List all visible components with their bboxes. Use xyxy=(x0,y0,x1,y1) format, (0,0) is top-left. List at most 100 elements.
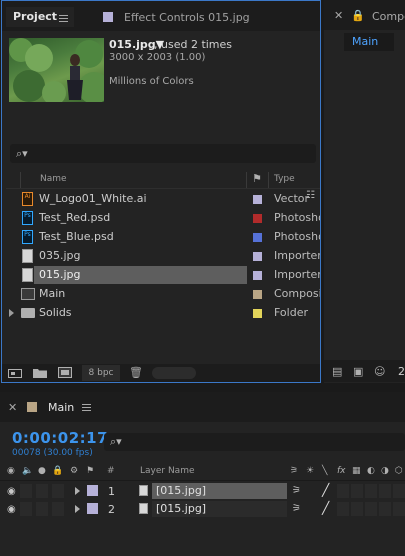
current-timecode[interactable]: 0:00:02:17 xyxy=(12,429,108,447)
project-item-row-selected[interactable]: 015.jpg Importer xyxy=(4,266,320,285)
3d-switch[interactable] xyxy=(393,484,405,498)
column-header-type[interactable]: Type xyxy=(274,174,295,184)
shy-switch-icon[interactable]: ⚞ xyxy=(292,485,301,496)
effects-switch[interactable] xyxy=(337,484,349,498)
tab-effect-controls[interactable]: Effect Controls 015.jpg xyxy=(124,11,250,24)
layer-row[interactable]: ◉ 2 [015.jpg] ⚞ ╱ xyxy=(0,500,405,518)
lock-icon[interactable]: 🔒 xyxy=(52,466,63,476)
eye-icon[interactable]: ◉ xyxy=(7,486,16,497)
expand-triangle-icon[interactable] xyxy=(75,505,80,513)
label-color-swatch[interactable] xyxy=(253,195,262,204)
label-color-swatch[interactable] xyxy=(253,309,262,318)
image-file-icon xyxy=(22,268,33,282)
adjustment-layer-icon[interactable]: ◑ xyxy=(381,466,389,476)
project-panel: Project Effect Controls 015.jpg 015.jpg▼… xyxy=(1,0,321,383)
project-item-type: Importer xyxy=(274,268,320,281)
tab-composition[interactable]: Compo xyxy=(372,10,405,23)
project-item-row[interactable]: Main Composition xyxy=(4,285,320,304)
frame-count: 00078 (30.00 fps) xyxy=(12,448,93,458)
flowchart-icon[interactable]: ☷ xyxy=(306,190,315,201)
panel-menu-icon[interactable] xyxy=(59,15,68,22)
audio-toggle-icon[interactable]: 🔈 xyxy=(22,466,33,476)
monitor-icon[interactable]: ▣ xyxy=(353,365,363,378)
composition-tab-bar: ✕ 🔒 Compo xyxy=(324,0,405,30)
project-item-row[interactable]: Ps Test_Red.psd Photoshop xyxy=(4,209,320,228)
expand-triangle-icon[interactable] xyxy=(9,309,14,317)
timeline-search-input[interactable]: ⌕▾ xyxy=(104,433,405,451)
effects-switch[interactable] xyxy=(337,502,349,516)
project-item-row[interactable]: Solids Folder xyxy=(4,304,320,323)
project-item-row[interactable]: Ps Test_Blue.psd Photoshop xyxy=(4,228,320,247)
search-icon[interactable]: ⌕▾ xyxy=(16,147,28,161)
project-column-header: Name ⚑ Type xyxy=(6,171,320,189)
zoom-level[interactable]: 2 xyxy=(398,365,405,378)
lock-icon[interactable]: 🔒 xyxy=(351,9,365,22)
expand-triangle-icon[interactable] xyxy=(75,487,80,495)
label-color-swatch[interactable] xyxy=(253,233,262,242)
3d-layer-icon[interactable]: ⬡ xyxy=(395,466,403,476)
trash-icon[interactable]: 🗑 xyxy=(129,366,143,379)
layer-label-swatch[interactable] xyxy=(87,503,98,514)
label-color-swatch[interactable] xyxy=(253,290,262,299)
project-search-input[interactable]: ⌕▾ xyxy=(10,144,316,163)
eye-icon[interactable]: ◉ xyxy=(7,504,16,515)
video-toggle-icon[interactable]: ◉ xyxy=(7,466,15,476)
tab-timeline-main[interactable]: Main xyxy=(48,401,74,414)
motion-blur-icon[interactable]: ◐ xyxy=(367,466,375,476)
shy-switch-icon[interactable]: ⚞ xyxy=(292,503,301,514)
lock-toggle[interactable] xyxy=(52,502,64,516)
lock-toggle[interactable] xyxy=(52,484,64,498)
shy-switch-icon[interactable]: ⚞ xyxy=(290,466,298,476)
label-color-swatch[interactable] xyxy=(253,271,262,280)
audio-toggle[interactable] xyxy=(20,484,32,498)
project-bit-depth-button[interactable]: 8 bpc xyxy=(82,365,120,381)
label-tag-icon[interactable]: ⚑ xyxy=(252,172,262,185)
column-header-number[interactable]: # xyxy=(107,466,115,476)
quality-switch-icon[interactable]: ╱ xyxy=(322,483,329,497)
3d-switch[interactable] xyxy=(393,502,405,516)
motion-blur-switch[interactable] xyxy=(365,502,377,516)
new-composition-icon[interactable] xyxy=(58,367,72,378)
solo-icon[interactable]: ● xyxy=(38,466,46,476)
horizontal-scrollbar[interactable] xyxy=(152,367,196,379)
layer-name[interactable]: [015.jpg] xyxy=(152,501,287,517)
column-header-layer-name[interactable]: Layer Name xyxy=(140,466,195,476)
frame-blend-switch[interactable] xyxy=(351,502,363,516)
project-item-name: 015.jpg xyxy=(34,266,247,284)
layer-label-swatch[interactable] xyxy=(87,485,98,496)
label-color-swatch[interactable] xyxy=(253,214,262,223)
viewer-tab-main[interactable]: Main xyxy=(344,33,394,51)
label-tag-icon[interactable]: ⚑ xyxy=(86,466,94,476)
new-folder-icon[interactable] xyxy=(33,367,47,378)
project-item-row[interactable]: Ai W_Logo01_White.ai Vector xyxy=(4,190,320,209)
effects-switch-icon[interactable]: fx xyxy=(337,466,346,476)
quality-switch-icon[interactable]: ╲ xyxy=(322,466,327,476)
project-item-row[interactable]: 035.jpg Importer xyxy=(4,247,320,266)
solo-toggle[interactable] xyxy=(36,484,48,498)
layer-number: 2 xyxy=(108,503,115,516)
motion-blur-switch[interactable] xyxy=(365,484,377,498)
close-icon[interactable]: ✕ xyxy=(334,9,343,22)
shy-icon[interactable]: ⚙ xyxy=(70,466,78,476)
image-file-icon xyxy=(22,249,33,263)
adjustment-switch[interactable] xyxy=(379,484,391,498)
audio-toggle[interactable] xyxy=(20,502,32,516)
composition-icon xyxy=(21,288,35,300)
label-color-swatch[interactable] xyxy=(253,252,262,261)
project-item-type: Importer xyxy=(274,249,320,262)
column-header-name[interactable]: Name xyxy=(40,174,67,184)
search-icon[interactable]: ⌕▾ xyxy=(110,435,122,449)
panel-menu-icon[interactable] xyxy=(82,404,91,411)
always-preview-icon[interactable]: ▤ xyxy=(332,365,342,378)
close-icon[interactable]: ✕ xyxy=(8,401,17,414)
collapse-switch-icon[interactable]: ☀ xyxy=(306,466,314,476)
adjustment-switch[interactable] xyxy=(379,502,391,516)
solo-toggle[interactable] xyxy=(36,502,48,516)
mask-visibility-icon[interactable]: ☺ xyxy=(374,365,385,378)
interpret-footage-icon[interactable] xyxy=(8,367,22,378)
layer-row[interactable]: ◉ 1 [015.jpg] ⚞ ╱ xyxy=(0,482,405,500)
frame-blend-icon[interactable]: ▦ xyxy=(352,466,361,476)
quality-switch-icon[interactable]: ╱ xyxy=(322,501,329,515)
layer-name[interactable]: [015.jpg] xyxy=(152,483,287,499)
frame-blend-switch[interactable] xyxy=(351,484,363,498)
